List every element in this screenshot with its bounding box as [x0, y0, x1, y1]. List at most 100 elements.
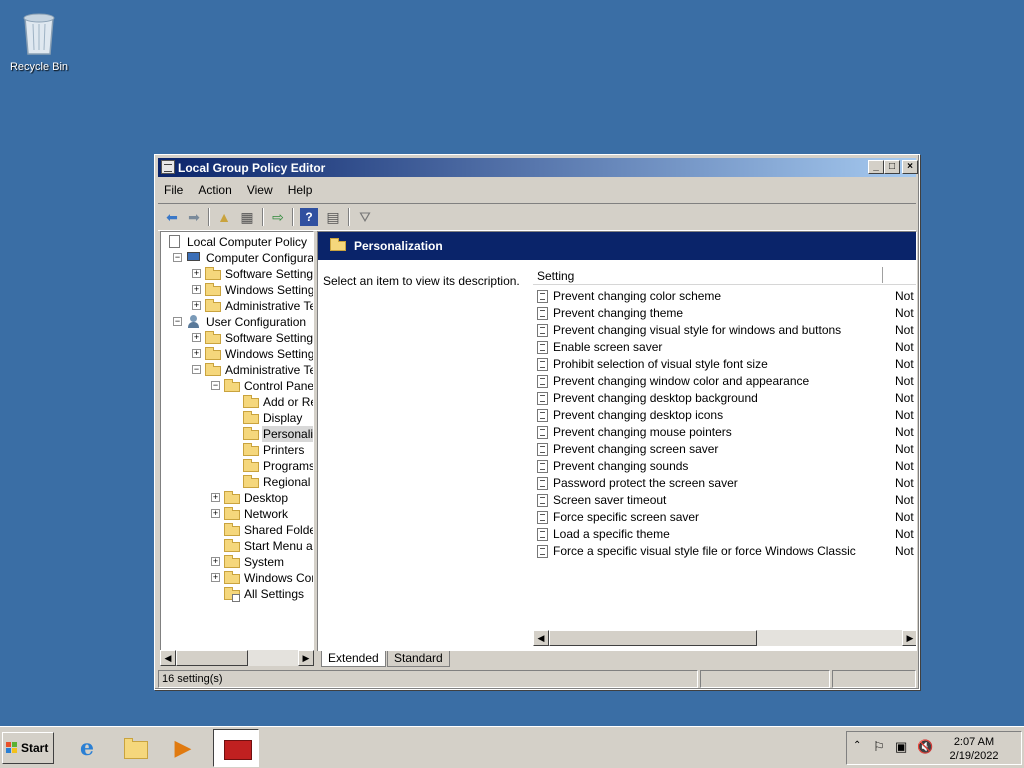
forward-icon[interactable]: ➡: [185, 208, 203, 226]
tree-scroll-right-icon[interactable]: ▶: [298, 650, 314, 666]
maximize-button[interactable]: □: [884, 160, 900, 174]
tree-node-label: Start Menu and Taskbar: [244, 539, 313, 553]
show-hidden-icons-icon[interactable]: ⌃: [853, 740, 861, 751]
setting-row[interactable]: Prevent changing color scheme Not configu…: [533, 288, 916, 305]
folder-icon: [205, 363, 221, 376]
setting-row[interactable]: Force specific screen saver Not configure…: [533, 509, 916, 526]
windows-logo-icon: [6, 742, 17, 753]
network-icon[interactable]: ▣: [895, 739, 907, 755]
start-button[interactable]: Start: [2, 732, 54, 764]
properties-view-icon[interactable]: ▤: [324, 208, 342, 226]
show-hide-tree-icon[interactable]: ▦: [238, 208, 256, 226]
tree-horizontal-scrollbar[interactable]: ◀ ▶: [160, 650, 314, 666]
export-list-icon[interactable]: ⇨: [269, 208, 287, 226]
setting-state: Not configured: [895, 306, 916, 320]
setting-row[interactable]: Prevent changing theme Not configured: [533, 305, 916, 322]
expand-icon[interactable]: +: [211, 557, 220, 566]
filter-icon[interactable]: ⛛: [356, 208, 374, 226]
policy-setting-icon: [537, 477, 548, 490]
menu-bar: File Action View Help: [158, 180, 916, 200]
internet-explorer-icon[interactable]: e: [70, 731, 104, 765]
expand-icon[interactable]: +: [192, 301, 201, 310]
tab-standard[interactable]: Standard: [387, 651, 450, 667]
setting-name: Prohibit selection of visual style font …: [553, 357, 768, 371]
list-horizontal-scrollbar[interactable]: ◀ ▶: [533, 630, 916, 646]
setting-state: Not configured: [895, 391, 916, 405]
toolbox-icon: [224, 740, 252, 760]
expand-icon[interactable]: +: [192, 349, 201, 358]
tab-extended[interactable]: Extended: [321, 651, 386, 667]
setting-state: Not configured: [895, 442, 916, 456]
setting-name: Prevent changing theme: [553, 306, 684, 320]
policy-setting-icon: [537, 443, 548, 456]
tree-node-label: System: [244, 555, 285, 569]
setting-row[interactable]: Force a specific visual style file or fo…: [533, 543, 916, 560]
close-button[interactable]: ×: [902, 160, 918, 174]
menu-view[interactable]: View: [241, 180, 279, 200]
setting-row[interactable]: Load a specific theme Not configured: [533, 526, 916, 543]
action-center-flag-icon[interactable]: ⚐: [873, 739, 885, 755]
tree-node-label: Programs: [263, 459, 314, 473]
setting-row[interactable]: Prevent changing screen saver Not configu…: [533, 441, 916, 458]
minimize-button[interactable]: _: [868, 160, 884, 174]
windows-explorer-icon[interactable]: [118, 731, 152, 765]
list-scroll-left-icon[interactable]: ◀: [533, 630, 549, 646]
setting-row[interactable]: Prohibit selection of visual style font …: [533, 356, 916, 373]
expand-icon[interactable]: +: [192, 285, 201, 294]
up-folder-icon[interactable]: ▲: [215, 208, 233, 226]
list-scroll-right-icon[interactable]: ▶: [902, 630, 916, 646]
setting-row[interactable]: Password protect the screen saver Not con…: [533, 475, 916, 492]
policy-setting-icon: [537, 494, 548, 507]
column-divider[interactable]: [882, 267, 883, 283]
volume-muted-icon[interactable]: 🔇: [917, 739, 933, 755]
collapse-icon[interactable]: −: [173, 253, 182, 262]
taskbar-gpedit-button[interactable]: [213, 729, 259, 767]
folder-icon: [205, 299, 221, 312]
setting-name: Load a specific theme: [553, 527, 670, 541]
policy-setting-icon: [537, 324, 548, 337]
expand-icon[interactable]: +: [211, 573, 220, 582]
help-icon[interactable]: ?: [300, 208, 318, 226]
tree-node-label: Display: [263, 411, 303, 425]
clock-date: 2/19/2022: [949, 750, 999, 762]
setting-row[interactable]: Enable screen saver Not configured: [533, 339, 916, 356]
setting-row[interactable]: Prevent changing desktop icons Not config…: [533, 407, 916, 424]
collapse-icon[interactable]: −: [192, 365, 201, 374]
setting-row[interactable]: Prevent changing sounds Not configured: [533, 458, 916, 475]
tree-node-label: User Configuration: [206, 315, 307, 329]
collapse-icon[interactable]: −: [211, 381, 220, 390]
list-scroll-thumb[interactable]: [549, 630, 757, 646]
setting-row[interactable]: Prevent changing window color and appear…: [533, 373, 916, 390]
clock[interactable]: 2:07 AM 2/19/2022: [941, 735, 1007, 763]
setting-name: Prevent changing color scheme: [553, 289, 722, 303]
expand-icon[interactable]: +: [192, 269, 201, 278]
folder-icon: [330, 238, 346, 251]
tree-node-label: Administrative Templates: [225, 363, 313, 377]
setting-row[interactable]: Screen saver timeout Not configured: [533, 492, 916, 509]
setting-name: Force specific screen saver: [553, 510, 700, 524]
menu-help[interactable]: Help: [282, 180, 319, 200]
column-header-setting[interactable]: Setting: [537, 269, 574, 283]
tree-scroll-thumb[interactable]: [176, 650, 248, 666]
media-player-icon[interactable]: ▶: [166, 731, 200, 765]
status-panel-3: [832, 670, 916, 688]
policy-setting-icon: [537, 358, 548, 371]
setting-row[interactable]: Prevent changing visual style for window…: [533, 322, 916, 339]
collapse-icon[interactable]: −: [173, 317, 182, 326]
setting-row[interactable]: Prevent changing desktop background Not c…: [533, 390, 916, 407]
setting-state: Not configured: [895, 323, 916, 337]
computer-icon: [186, 251, 202, 264]
expand-icon[interactable]: +: [211, 509, 220, 518]
menu-file[interactable]: File: [158, 180, 189, 200]
expand-icon[interactable]: +: [192, 333, 201, 342]
setting-name: Prevent changing desktop background: [553, 391, 758, 405]
setting-row[interactable]: Prevent changing mouse pointers Not confi…: [533, 424, 916, 441]
back-icon[interactable]: ⬅: [163, 208, 181, 226]
start-label: Start: [21, 741, 49, 755]
tree-scroll-left-icon[interactable]: ◀: [160, 650, 176, 666]
details-heading: Personalization: [354, 239, 443, 253]
title-bar[interactable]: Local Group Policy Editor _ □ ×: [158, 158, 918, 177]
recycle-bin-desktop-icon[interactable]: Recycle Bin: [8, 8, 70, 73]
expand-icon[interactable]: +: [211, 493, 220, 502]
menu-action[interactable]: Action: [192, 180, 237, 200]
